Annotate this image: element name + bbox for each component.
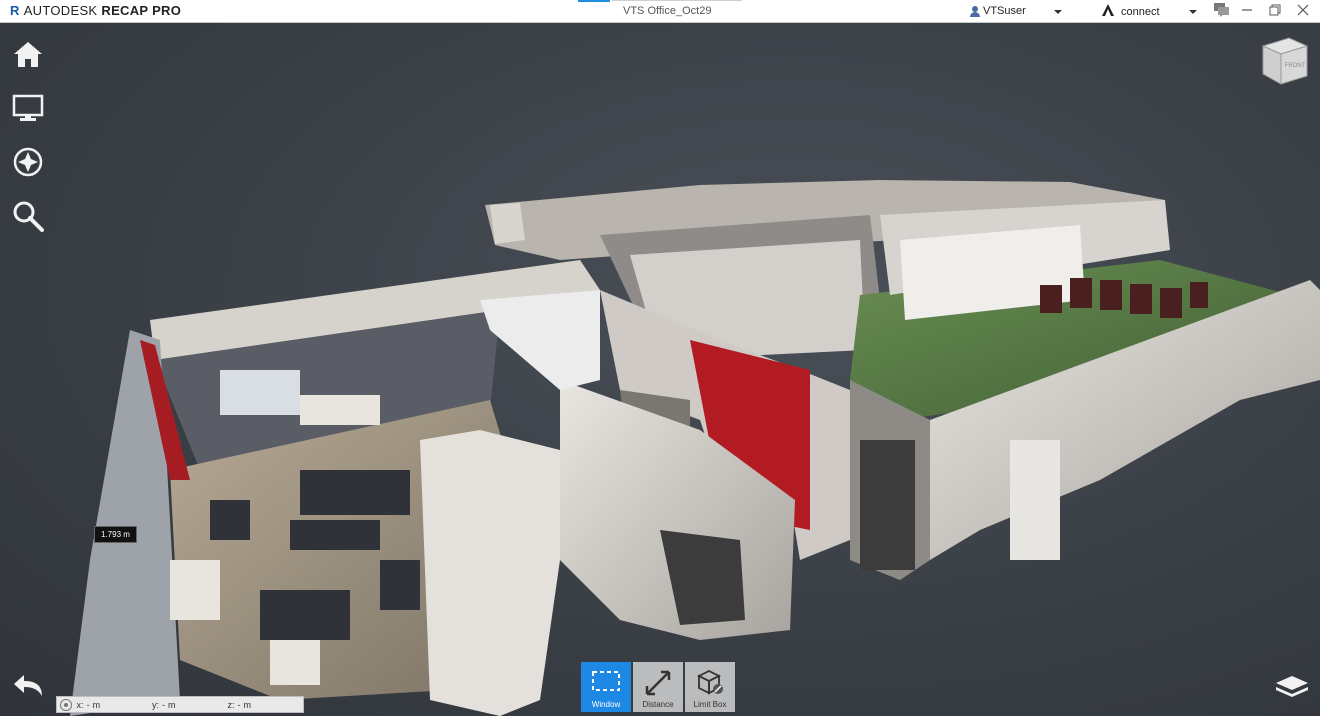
x-value: - <box>86 699 90 710</box>
navigation-button[interactable] <box>10 144 46 180</box>
x-unit: m <box>92 699 101 710</box>
title-bar: R AUTODESK RECAP PRO VTS Office_Oct29 VTSu… <box>0 0 1320 23</box>
user-icon <box>970 5 980 17</box>
home-icon <box>14 42 42 67</box>
y-unit: m <box>168 699 176 710</box>
brand-prefix: AUTODESK <box>23 3 98 18</box>
limit-box-icon <box>696 669 723 695</box>
window-label: Window <box>591 700 621 709</box>
window-select-button[interactable]: Window <box>581 662 631 712</box>
limit-box-button[interactable]: Limit Box <box>685 662 735 712</box>
user-menu[interactable]: VTSuser <box>970 5 1026 17</box>
autodesk-logo-icon: R <box>10 3 20 18</box>
window-select-icon <box>592 671 620 691</box>
z-unit: m <box>243 699 252 710</box>
distance-label: Distance <box>642 700 674 709</box>
brand-product: RECAP PRO <box>101 3 182 18</box>
user-dropdown-icon[interactable] <box>1054 10 1062 14</box>
connect-label: connect <box>1121 5 1160 18</box>
restore-icon[interactable] <box>1268 3 1282 17</box>
document-title: VTS Office_Oct29 <box>623 5 712 17</box>
search-icon <box>13 201 44 232</box>
connect-dropdown-icon[interactable] <box>1189 10 1197 14</box>
z-coordinate: z: - m <box>228 700 303 710</box>
z-value: - <box>237 699 241 710</box>
home-button[interactable] <box>10 36 46 72</box>
distance-icon <box>645 670 671 696</box>
viewcube-face-label: FRONT <box>1285 63 1306 69</box>
y-coordinate: y: - m <box>152 700 227 710</box>
viewcube[interactable]: FRONT <box>1255 36 1311 88</box>
building-model <box>70 180 1320 716</box>
app-brand: R AUTODESK RECAP PRO <box>10 3 181 18</box>
tab-strip <box>612 0 742 1</box>
compass-icon <box>13 147 43 177</box>
y-label: y: <box>152 699 160 710</box>
measurement-label: 1.793 m <box>94 526 137 543</box>
chat-icon[interactable] <box>1214 3 1230 17</box>
x-label: x: <box>76 699 84 710</box>
connect-menu[interactable]: connect <box>1101 3 1160 20</box>
distance-button[interactable]: Distance <box>633 662 683 712</box>
display-button[interactable] <box>10 90 46 126</box>
close-icon[interactable] <box>1296 3 1310 17</box>
x-coordinate: x: - m <box>77 700 152 710</box>
display-icon <box>12 94 44 121</box>
limit-box-label: Limit Box <box>693 700 727 709</box>
window-controls <box>1240 3 1310 17</box>
z-label: z: <box>227 699 235 710</box>
point-cloud-viewport[interactable] <box>0 22 1320 716</box>
y-value: - <box>162 699 166 710</box>
search-button[interactable] <box>10 198 46 234</box>
measure-toolbar: Window Distance Limit Box <box>581 662 735 712</box>
pick-point-icon[interactable] <box>60 698 72 711</box>
layers-icon[interactable] <box>1274 672 1310 700</box>
navigation-bar <box>10 36 46 252</box>
back-arrow-icon[interactable] <box>10 672 46 700</box>
autodesk-a-icon <box>1101 3 1115 20</box>
active-tab-indicator <box>578 0 610 2</box>
user-name: VTSuser <box>983 5 1026 17</box>
coordinates-bar: x: - m y: - m z: - m <box>56 696 304 713</box>
minimize-icon[interactable] <box>1240 3 1254 17</box>
